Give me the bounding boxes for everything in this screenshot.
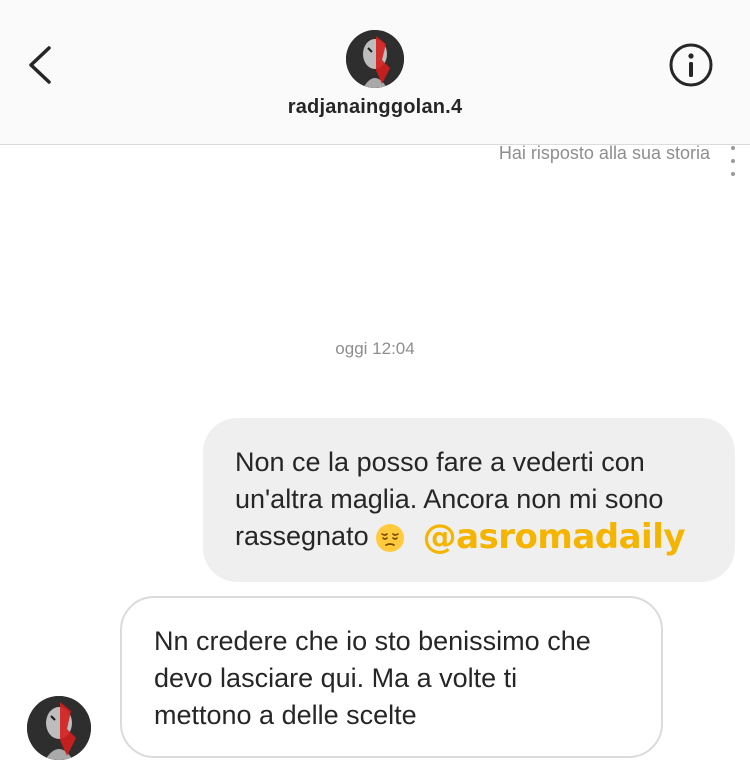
sender-avatar[interactable] (27, 696, 91, 760)
received-message-line: mettono a delle scelte (154, 700, 417, 730)
more-dots-icon (730, 146, 736, 186)
sent-message-line: Non ce la posso fare a vederti con (235, 447, 645, 477)
message-timestamp: oggi 12:04 (335, 339, 415, 358)
sent-message-line: un'altra maglia. Ancora non mi sono (235, 484, 664, 514)
received-message-line: Nn credere che io sto benissimo che (154, 626, 591, 656)
sent-message-line: rassegnato (235, 521, 369, 551)
conversation-username[interactable]: radjanainggolan.4 (0, 96, 750, 119)
conversation-header: radjanainggolan.4 (0, 0, 750, 145)
info-button[interactable] (668, 42, 714, 88)
story-reply-note: Hai risposto alla sua storia (498, 143, 710, 163)
profile-avatar[interactable] (346, 30, 404, 88)
watermark-tag: @asromadaily (422, 517, 686, 558)
info-circle-icon (669, 43, 713, 87)
pensive-face-emoji-icon (375, 523, 404, 552)
back-button[interactable] (22, 42, 62, 88)
received-message-bubble[interactable]: Nn credere che io sto benissimo che devo… (120, 596, 663, 758)
avatar-image (27, 696, 91, 760)
sent-message-last-line: rassegnato @asromadaily (235, 518, 715, 556)
sent-message-bubble[interactable]: Non ce la posso fare a vederti con un'al… (203, 418, 735, 582)
avatar-image (346, 30, 404, 88)
chevron-left-icon (29, 46, 51, 84)
received-message-line: devo lasciare qui. Ma a volte ti (154, 663, 518, 693)
